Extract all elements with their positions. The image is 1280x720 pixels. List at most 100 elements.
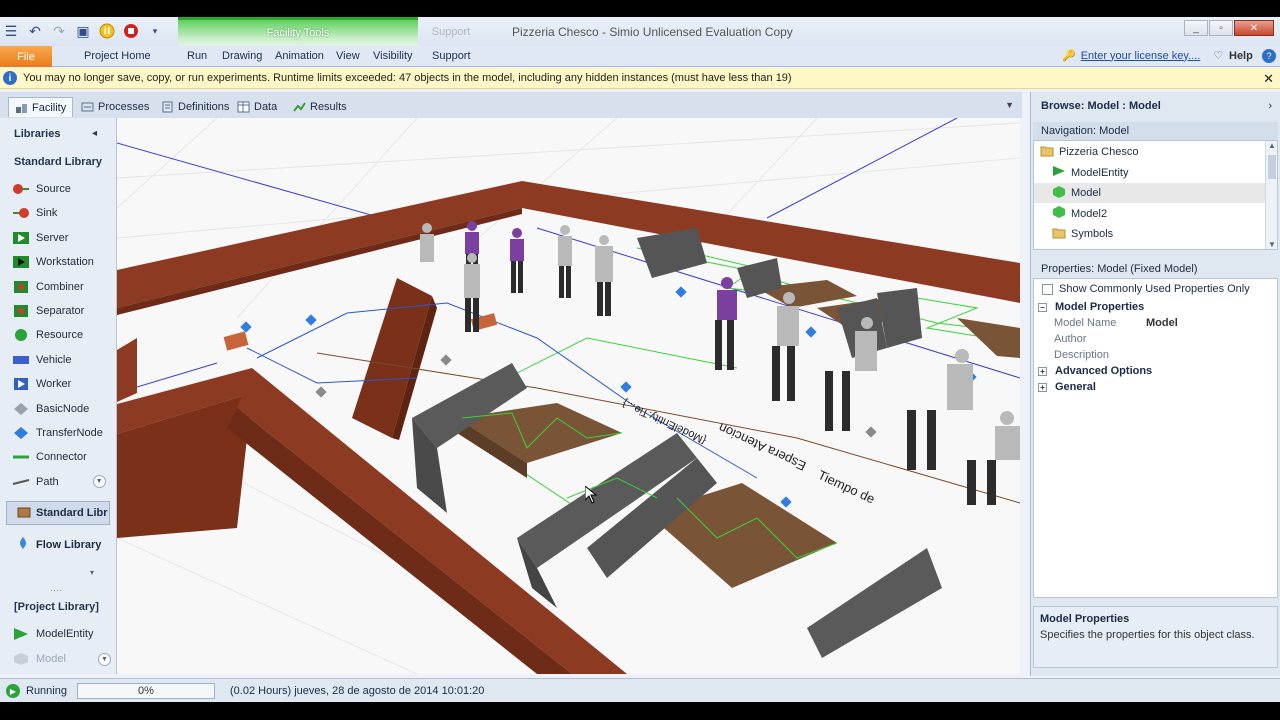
tab-project-home[interactable]: Project Home [84, 50, 151, 62]
nav-item-modelentity[interactable]: ModelEntity [1034, 163, 1266, 183]
checkbox[interactable] [1042, 283, 1053, 295]
context-tab-facility-tools[interactable]: Facility Tools [178, 17, 418, 46]
standard-library-header: Standard Library [14, 156, 103, 168]
file-tab[interactable]: File [0, 46, 52, 67]
tab-results[interactable]: Results [286, 97, 354, 117]
separator-icon [12, 304, 30, 318]
property-key: Author [1054, 333, 1087, 345]
app-menu-icon[interactable]: ☰ [2, 22, 20, 40]
nav-item-label: ModelEntity [1071, 166, 1129, 179]
collapse-icon[interactable]: − [1038, 302, 1047, 312]
maximize-button[interactable]: ▫ [1209, 20, 1233, 36]
tab-definitions[interactable]: Definitions [154, 97, 236, 117]
tab-run[interactable]: Run [187, 50, 207, 62]
show-common-properties-checkbox[interactable]: Show Commonly Used Properties Only [1042, 283, 1250, 295]
model-icon [12, 652, 30, 666]
resource-icon [12, 328, 30, 342]
running-icon: ▶ [6, 684, 20, 698]
close-window-button[interactable]: ✕ [1234, 20, 1274, 36]
library-item-source[interactable]: Source [12, 179, 71, 199]
quick-access-toolbar: ☰ ↶ ↷ ▣ ▾ [2, 22, 164, 40]
library-item-transfernode[interactable]: TransferNode [12, 423, 103, 443]
scroll-down-icon[interactable]: ▼ [97, 652, 111, 666]
project-item-modelentity[interactable]: ModelEntity [12, 624, 93, 644]
help-button[interactable]: Help [1229, 50, 1253, 62]
library-item-resource[interactable]: Resource [12, 325, 83, 345]
flow-library-label: Flow Library [36, 538, 102, 551]
nav-scrollbar[interactable]: ▲ ▼ [1265, 141, 1277, 249]
enter-license-link[interactable]: Enter your license key.... [1081, 50, 1201, 62]
tabs-dropdown-icon[interactable]: ▼ [1005, 100, 1014, 110]
library-item-sink[interactable]: Sink [12, 203, 57, 223]
simulation-time: (0.02 Hours) jueves, 28 de agosto de 201… [230, 685, 485, 697]
tab-animation[interactable]: Animation [275, 50, 324, 62]
navigation-header: Navigation: Model [1033, 122, 1278, 140]
library-item-server[interactable]: Server [12, 228, 68, 248]
nav-item-model2[interactable]: Model2 [1034, 204, 1266, 224]
project-library-header: [Project Library] [14, 601, 99, 613]
scroll-down-icon[interactable]: ▼ [1268, 240, 1276, 249]
tab-label: Processes [98, 101, 150, 113]
property-value[interactable]: Model [1146, 317, 1178, 333]
stop-icon[interactable] [122, 22, 140, 40]
status-bar: ▶ Running 0% (0.02 Hours) jueves, 28 de … [0, 678, 1280, 702]
nav-item-symbols[interactable]: Symbols [1034, 224, 1266, 244]
expand-icon[interactable]: + [1038, 382, 1047, 392]
processes-icon [81, 101, 94, 113]
tab-processes[interactable]: Processes [74, 97, 156, 117]
library-item-basicnode[interactable]: BasicNode [12, 399, 89, 419]
close-infobar-icon[interactable]: ✕ [1263, 71, 1274, 87]
redo-icon[interactable]: ↷ [50, 22, 68, 40]
properties-header: Properties: Model (Fixed Model) [1041, 263, 1198, 275]
scroll-down-icon[interactable]: ▼ [92, 475, 106, 489]
navigation-tree: Pizzeria Chesco ModelEntity Model Model2 Sym… [1033, 140, 1278, 250]
library-item-connector[interactable]: Connector [12, 447, 87, 467]
help-icon[interactable]: ? [1262, 49, 1276, 63]
library-item-label: Path [36, 475, 59, 488]
ribbon-tab-bar: File Project Home Run Drawing Animation … [0, 46, 1280, 67]
property-row-author[interactable]: Author [1054, 333, 1276, 349]
splitter-dots-icon[interactable]: .... [50, 582, 62, 594]
nav-item-label: Pizzeria Chesco [1059, 146, 1139, 158]
library-item-worker[interactable]: Worker [12, 374, 71, 394]
standard-library-label: Standard Libr [36, 507, 108, 519]
facility-3d-view[interactable]: Tiempo de Espera Atencion {ModelEntity.T… [117, 118, 1020, 674]
context-tab-support[interactable]: Support [420, 17, 482, 46]
property-row-model-name[interactable]: Model Name Model [1054, 317, 1276, 333]
library-item-combiner[interactable]: Combiner [12, 277, 84, 297]
library-item-vehicle[interactable]: Vehicle [12, 350, 71, 370]
basicnode-icon [12, 402, 30, 416]
tab-label: Facility [32, 101, 67, 114]
tab-drawing[interactable]: Drawing [222, 50, 262, 62]
collapse-libraries-icon[interactable]: ◂ [92, 128, 97, 139]
project-item-model[interactable]: Model ▼ [12, 649, 111, 669]
heart-icon[interactable]: ♡ [1213, 49, 1223, 62]
tab-support[interactable]: Support [432, 50, 471, 62]
flow-library-button[interactable]: Flow Library [16, 536, 101, 553]
nav-item-label: Model [1071, 187, 1101, 200]
minimize-button[interactable]: _ [1184, 20, 1208, 36]
library-item-workstation[interactable]: Workstation [12, 252, 94, 272]
library-item-path[interactable]: Path ▼ [12, 472, 106, 492]
expand-icon[interactable]: + [1038, 366, 1047, 376]
category-model-properties[interactable]: − Model Properties [1038, 301, 1144, 313]
tab-view[interactable]: View [336, 50, 360, 62]
category-advanced-options[interactable]: + Advanced Options [1038, 365, 1152, 377]
library-item-separator[interactable]: Separator [12, 301, 84, 321]
scroll-thumb[interactable] [1268, 155, 1276, 179]
pause-icon[interactable] [98, 22, 116, 40]
undo-icon[interactable]: ↶ [26, 22, 44, 40]
scroll-up-icon[interactable]: ▲ [1268, 141, 1276, 150]
property-row-description[interactable]: Description [1054, 349, 1276, 365]
more-libraries-chevron-icon[interactable]: ▾ [90, 568, 94, 577]
category-general[interactable]: + General [1038, 381, 1096, 393]
save-icon[interactable]: ▣ [74, 22, 92, 40]
tab-facility[interactable]: Facility [8, 97, 74, 117]
tab-visibility[interactable]: Visibility [373, 50, 413, 62]
standard-library-button[interactable]: Standard Libr [6, 501, 110, 525]
collapse-browse-icon[interactable]: › [1268, 100, 1272, 112]
customize-qat-icon[interactable]: ▾ [146, 22, 164, 40]
tab-data[interactable]: Data [230, 97, 284, 117]
nav-item-pizzeria-chesco[interactable]: Pizzeria Chesco [1034, 142, 1266, 162]
nav-item-model[interactable]: Model [1034, 183, 1266, 204]
